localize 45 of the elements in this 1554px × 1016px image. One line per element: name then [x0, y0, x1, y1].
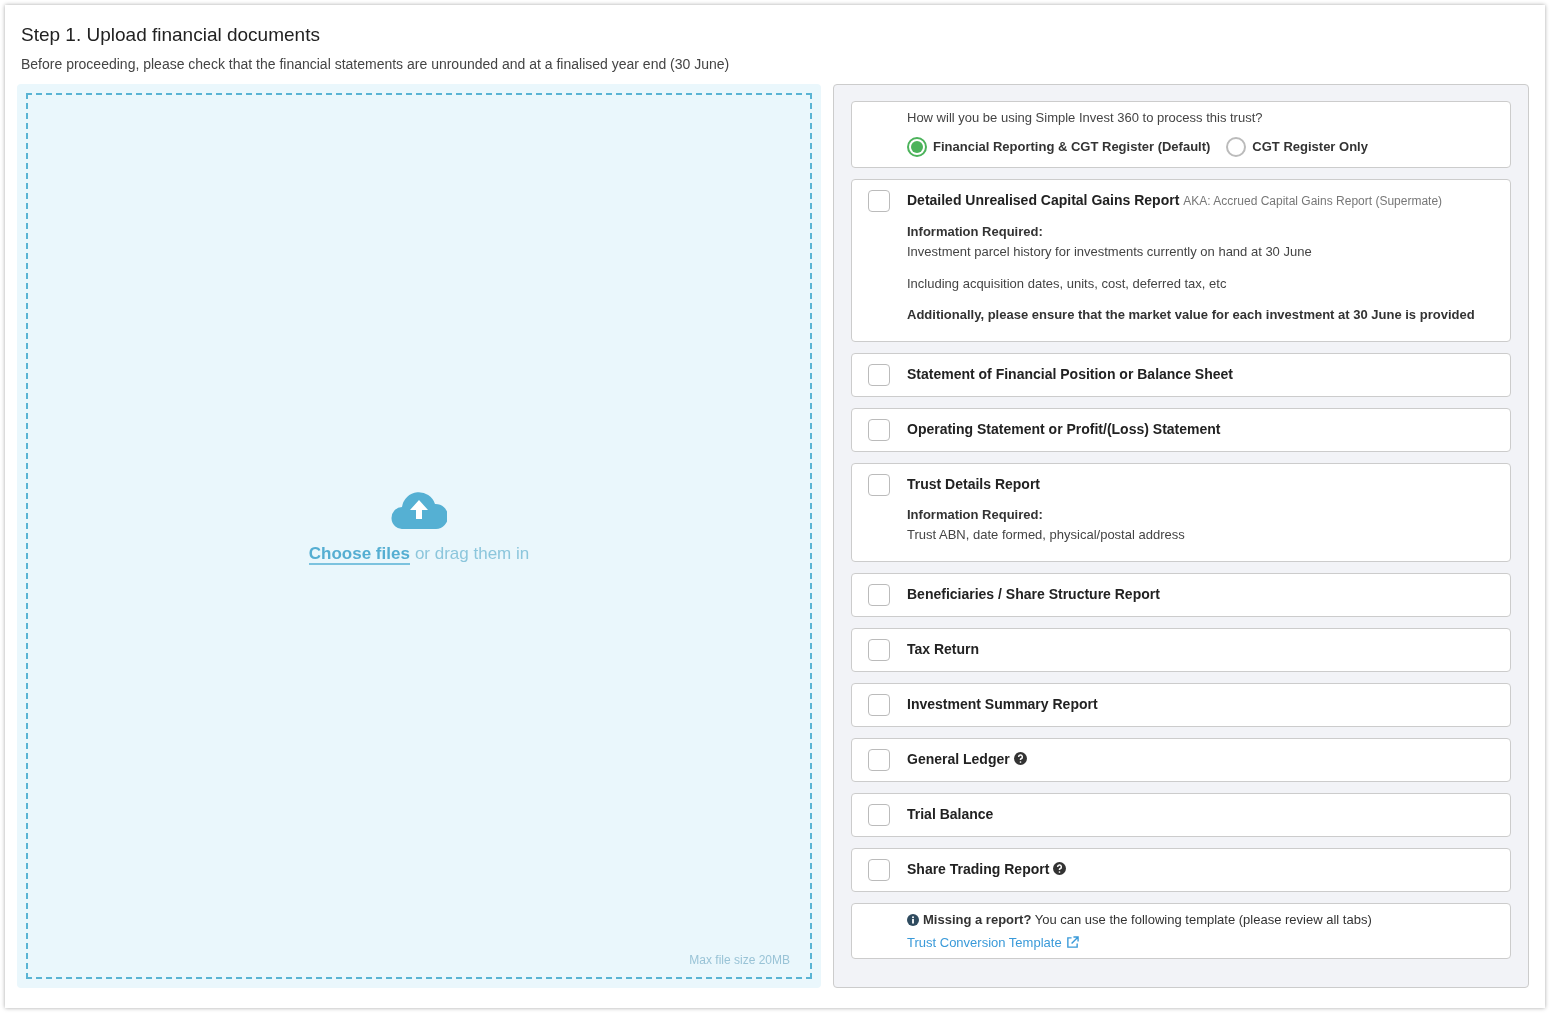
report-title: Detailed Unrealised Capital Gains Report [907, 192, 1180, 208]
info-label: Information Required: [907, 506, 1044, 524]
max-file-size-note: Max file size 20MB [689, 952, 790, 969]
checkbox[interactable] [868, 694, 890, 716]
report-title: Investment Summary Report [907, 696, 1098, 712]
radio-option[interactable]: Financial Reporting & CGT Register (Default) [907, 137, 1211, 157]
info-text: Trust ABN, date formed, physical/postal address [907, 526, 1186, 544]
usage-question: How will you be using Simple Invest 360 to process this trust? [907, 109, 1264, 127]
checkbox[interactable] [868, 804, 890, 826]
radio-icon [1226, 137, 1247, 157]
checkbox[interactable] [868, 584, 890, 606]
report-title: Operating Statement or Profit/(Loss) Statement [907, 421, 1221, 437]
checkbox[interactable] [868, 749, 890, 771]
radio-icon [907, 137, 927, 157]
checkbox[interactable] [868, 364, 890, 386]
checkbox[interactable] [868, 190, 890, 212]
info-text: Including acquisition dates, units, cost, deferred tax, etc [907, 275, 1228, 293]
report-title: Beneficiaries / Share Structure Report [907, 586, 1160, 602]
radio-option[interactable]: CGT Register Only [1226, 137, 1368, 157]
info-icon [907, 913, 919, 926]
missing-report-text: Missing a report? You can use the following template (please review all tabs) [923, 911, 1372, 929]
info-label: Information Required: [907, 223, 1044, 241]
help-icon[interactable] [1013, 752, 1027, 765]
report-title: General Ledger [907, 751, 1010, 767]
report-title: Trust Details Report [907, 476, 1041, 492]
choose-files-link[interactable]: Choose files [308, 544, 410, 565]
info-text: Investment parcel history for investments currently on hand at 30 June [907, 243, 1313, 261]
cloud-upload-icon [391, 491, 447, 529]
checkbox[interactable] [868, 859, 890, 881]
dropzone[interactable]: Choose files or drag them in Max file size 20MB [26, 93, 812, 979]
report-title: Statement of Financial Position or Balance Sheet [907, 366, 1233, 382]
help-icon[interactable] [1053, 862, 1067, 875]
page-title: Step 1. Upload financial documents [21, 23, 321, 47]
external-link-icon [1065, 935, 1079, 949]
checkbox[interactable] [868, 639, 890, 661]
page-subtitle: Before proceeding, please check that the financial statements are unrounded and at a finalised year end (30 June) [21, 55, 731, 73]
drag-hint: or drag them in [414, 544, 530, 563]
aka-note: AKA: Accrued Capital Gains Report (Supermate) [1183, 194, 1443, 208]
report-title: Trial Balance [907, 806, 994, 822]
report-title: Share Trading Report [907, 861, 1050, 877]
checkbox[interactable] [868, 419, 890, 441]
checkbox[interactable] [868, 474, 890, 496]
template-link[interactable]: Trust Conversion Template [907, 932, 1510, 952]
report-title: Tax Return [907, 641, 980, 657]
info-note: Additionally, please ensure that the market value for each investment at 30 June is provided [907, 306, 1476, 324]
